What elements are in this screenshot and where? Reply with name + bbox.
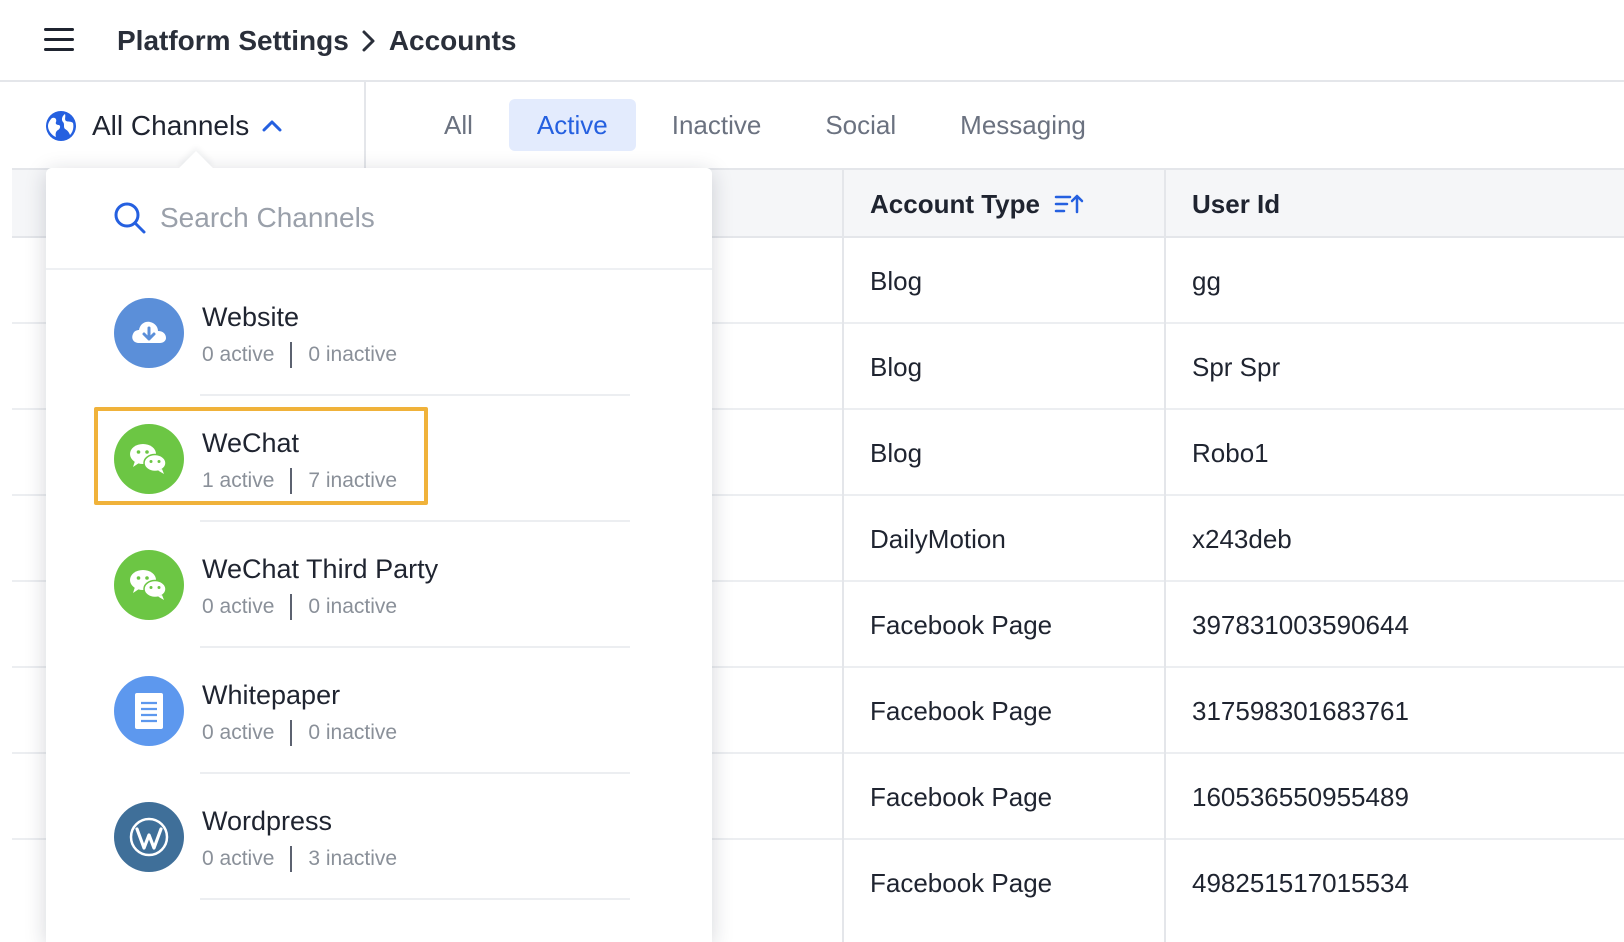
- user-id-cell: 160536550955489: [1192, 781, 1409, 812]
- channel-dropdown: Website 0 active 0 inactive WeChat 1 act…: [46, 151, 712, 942]
- inactive-count: 0 inactive: [308, 721, 398, 744]
- inactive-count: 7 inactive: [308, 469, 398, 492]
- channel-item-wechat-third-party[interactable]: WeChat Third Party 0 active 0 inactive: [114, 522, 630, 648]
- chevron-right-icon: [361, 29, 377, 53]
- inactive-count: 0 inactive: [308, 595, 398, 618]
- cloud-download-icon: [114, 298, 184, 368]
- breadcrumb-current: Accounts: [388, 25, 517, 56]
- channel-item-whitepaper[interactable]: Whitepaper 0 active 0 inactive: [114, 648, 630, 774]
- tab-active[interactable]: Active: [508, 99, 636, 151]
- count-divider: [290, 468, 293, 494]
- channel-counts: 0 active 3 inactive: [202, 846, 397, 872]
- user-id-cell: 498251517015534: [1192, 867, 1409, 898]
- globe-icon: [46, 111, 76, 141]
- account-type-cell: Facebook Page: [870, 781, 1053, 812]
- top-header: Platform Settings Accounts: [0, 0, 1624, 82]
- column-divider: [842, 170, 844, 942]
- user-id-cell: 397831003590644: [1192, 609, 1409, 640]
- document-icon: [114, 676, 184, 746]
- channel-item-website[interactable]: Website 0 active 0 inactive: [114, 270, 630, 396]
- channel-name: WeChat Third Party: [202, 554, 439, 584]
- inactive-count: 3 inactive: [308, 847, 398, 870]
- status-tabs: All Active Inactive Social Messaging: [416, 99, 1122, 151]
- count-divider: [290, 342, 293, 368]
- user-id-cell: Robo1: [1192, 437, 1269, 468]
- item-divider: [200, 898, 630, 900]
- channel-search: [46, 168, 712, 270]
- channel-name: WeChat: [202, 428, 300, 458]
- user-id-cell: Spr Spr: [1192, 351, 1281, 382]
- channel-counts: 0 active 0 inactive: [202, 594, 397, 620]
- active-count: 1 active: [202, 469, 275, 492]
- account-type-cell: Facebook Page: [870, 609, 1053, 640]
- account-type-cell: Blog: [870, 437, 923, 468]
- channel-item-wechat[interactable]: WeChat 1 active 7 inactive: [114, 396, 630, 522]
- tab-all[interactable]: All: [416, 99, 501, 151]
- active-count: 0 active: [202, 721, 275, 744]
- column-divider: [1164, 170, 1166, 942]
- chevron-up-icon: [261, 119, 283, 133]
- breadcrumb-parent[interactable]: Platform Settings: [117, 25, 349, 57]
- account-type-cell: DailyMotion: [870, 523, 1006, 554]
- channel-name: Website: [202, 302, 300, 332]
- inactive-count: 0 inactive: [308, 343, 398, 366]
- channel-name: Wordpress: [202, 806, 333, 836]
- channel-picker-label: All Channels: [92, 110, 250, 141]
- breadcrumb: Platform Settings Accounts: [117, 24, 516, 58]
- active-count: 0 active: [202, 343, 275, 366]
- channel-item-wordpress[interactable]: Wordpress 0 active 3 inactive: [114, 774, 630, 900]
- sort-ascending-icon[interactable]: [1054, 193, 1084, 215]
- user-id-cell: x243deb: [1192, 523, 1292, 554]
- column-header-user-id[interactable]: User Id: [1192, 170, 1280, 238]
- account-type-cell: Blog: [870, 265, 923, 296]
- column-header-label: Account Type: [870, 188, 1040, 219]
- account-type-cell: Facebook Page: [870, 695, 1053, 726]
- search-channels-input[interactable]: [160, 202, 640, 234]
- channel-counts: 0 active 0 inactive: [202, 342, 397, 368]
- hamburger-menu-icon[interactable]: [44, 26, 76, 54]
- count-divider: [290, 846, 293, 872]
- active-count: 0 active: [202, 595, 275, 618]
- tab-messaging[interactable]: Messaging: [932, 99, 1114, 151]
- channel-counts: 1 active 7 inactive: [202, 468, 397, 494]
- tab-inactive[interactable]: Inactive: [644, 99, 790, 151]
- tab-social[interactable]: Social: [797, 99, 924, 151]
- wechat-icon: [114, 424, 184, 494]
- account-type-cell: Facebook Page: [870, 867, 1053, 898]
- channel-picker[interactable]: All Channels: [44, 106, 283, 146]
- account-type-cell: Blog: [870, 351, 923, 382]
- user-id-cell: gg: [1192, 265, 1221, 296]
- user-id-cell: 317598301683761: [1192, 695, 1409, 726]
- count-divider: [290, 594, 293, 620]
- toolbar-divider: [364, 82, 366, 168]
- channel-counts: 0 active 0 inactive: [202, 720, 397, 746]
- column-header-account-type[interactable]: Account Type: [870, 170, 1084, 238]
- count-divider: [290, 720, 293, 746]
- active-count: 0 active: [202, 847, 275, 870]
- filter-toolbar: All Channels All Active Inactive Social …: [12, 82, 1624, 170]
- wordpress-icon: [114, 802, 184, 872]
- search-icon: [112, 200, 148, 236]
- wechat-icon: [114, 550, 184, 620]
- channel-name: Whitepaper: [202, 680, 341, 710]
